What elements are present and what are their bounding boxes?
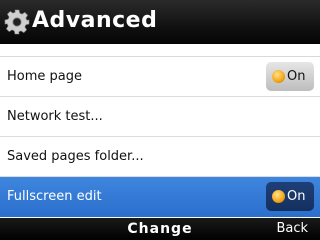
setting-network-test[interactable]: Network test... <box>0 97 320 137</box>
status-dot-icon <box>272 190 285 203</box>
fullscreen-edit-toggle[interactable]: On <box>266 182 314 211</box>
title-bar: Advanced <box>0 0 320 44</box>
setting-saved-pages-folder[interactable]: Saved pages folder... <box>0 137 320 177</box>
setting-label: Home page <box>7 69 82 84</box>
setting-home-page[interactable]: Home page On <box>0 57 320 97</box>
setting-label: Fullscreen edit <box>7 189 102 204</box>
back-softkey[interactable]: Back <box>276 220 308 238</box>
settings-list: Home page On Network test... Saved pages… <box>0 44 320 218</box>
setting-label: Network test... <box>7 109 103 124</box>
home-page-toggle[interactable]: On <box>266 62 314 91</box>
softkey-bar: Change Back <box>0 218 320 240</box>
status-dot-icon <box>272 70 285 83</box>
toggle-state: On <box>287 189 306 204</box>
page-title: Advanced <box>32 8 158 33</box>
toggle-state: On <box>287 69 306 84</box>
gear-icon <box>4 9 30 35</box>
setting-fullscreen-edit[interactable]: Fullscreen edit On <box>0 177 320 217</box>
screen: Advanced Home page On Network test... Sa… <box>0 0 320 240</box>
setting-label: Saved pages folder... <box>7 149 144 164</box>
change-softkey[interactable]: Change <box>0 220 320 238</box>
